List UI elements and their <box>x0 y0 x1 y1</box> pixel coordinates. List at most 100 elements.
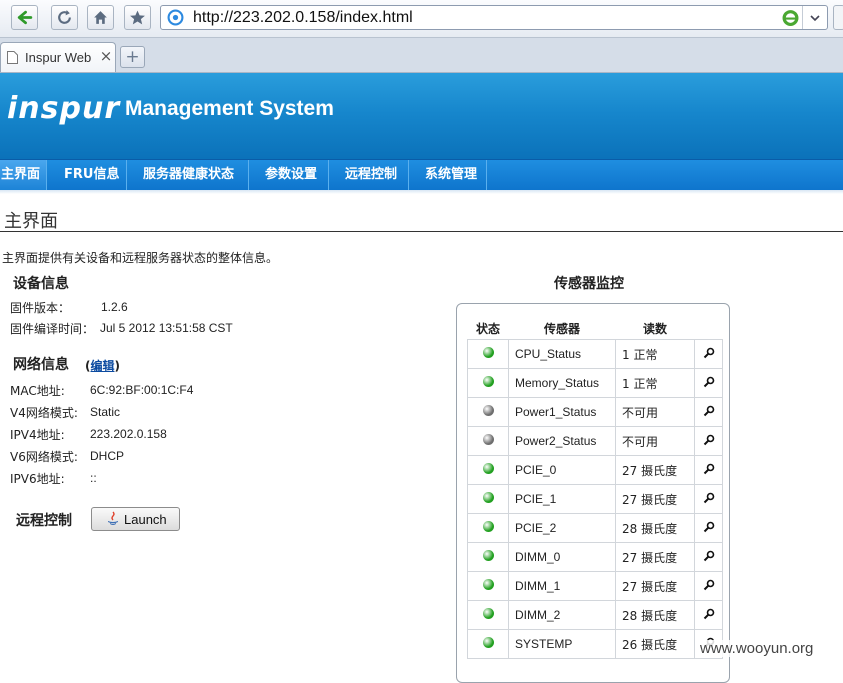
watermark: www.wooyun.org <box>700 640 814 657</box>
magnifier-icon <box>703 463 714 474</box>
nav-home[interactable]: 主界面 <box>0 160 47 191</box>
sensor-detail-button[interactable] <box>694 368 723 398</box>
home-button[interactable] <box>87 5 114 30</box>
v6-mode-label: V6网络模式: <box>10 450 78 464</box>
nav-system-admin[interactable]: 系统管理 <box>417 160 487 191</box>
sensor-reading: 1 正常 <box>615 339 695 369</box>
sensor-detail-button[interactable] <box>694 484 723 514</box>
nav-server-health[interactable]: 服务器健康状态 <box>135 160 249 191</box>
close-tab-icon[interactable]: × <box>99 49 113 64</box>
magnifier-icon <box>703 405 714 416</box>
page-description: 主界面提供有关设备和远程服务器状态的整体信息。 <box>2 251 279 265</box>
back-button[interactable] <box>11 5 38 30</box>
status-cell <box>467 513 509 543</box>
status-dot-icon <box>482 608 494 619</box>
sensor-row: Power1_Status 不可用 <box>467 397 723 427</box>
sensor-name: Power1_Status <box>508 397 616 427</box>
sensor-monitor-heading: 传感器监控 <box>554 276 624 292</box>
status-cell <box>467 629 509 659</box>
sensor-name: Power2_Status <box>508 426 616 456</box>
nav-remote-control[interactable]: 远程控制 <box>337 160 409 191</box>
sensor-detail-button[interactable] <box>694 513 723 543</box>
sensor-row: Power2_Status 不可用 <box>467 426 723 456</box>
back-arrow-icon <box>17 10 33 25</box>
status-dot-icon <box>482 579 494 590</box>
status-cell <box>467 542 509 572</box>
sensor-reading: 27 摄氏度 <box>615 571 695 601</box>
sensor-row: SYSTEMP 26 摄氏度 <box>467 629 723 659</box>
nav-fru[interactable]: FRU信息 <box>56 160 127 191</box>
sensor-detail-button[interactable] <box>694 339 723 369</box>
status-dot-icon <box>482 405 494 416</box>
browser-tab[interactable]: Inspur Web × <box>0 42 116 72</box>
refresh-icon <box>58 10 71 24</box>
url-dropdown-button[interactable] <box>802 6 827 29</box>
col-sensor: 传感器 <box>543 321 580 336</box>
page-title: 主界面 <box>4 211 58 232</box>
nav-settings[interactable]: 参数设置 <box>257 160 329 191</box>
sensor-detail-button[interactable] <box>694 426 723 456</box>
sensor-detail-button[interactable] <box>694 397 723 427</box>
sensor-row: DIMM_1 27 摄氏度 <box>467 571 723 601</box>
firmware-version-value: 1.2.6 <box>101 300 128 314</box>
status-dot-icon <box>482 463 494 474</box>
build-time-value: Jul 5 2012 13:51:58 CST <box>100 321 233 335</box>
mac-label: MAC地址: <box>10 384 65 398</box>
sensor-table: 状态 传感器 读数 CPU_Status 1 正常 Memory_Status 1 正… <box>467 317 723 659</box>
new-tab-button[interactable]: + <box>120 46 145 68</box>
sensor-row: PCIE_2 28 摄氏度 <box>467 513 723 543</box>
sensor-reading: 不可用 <box>615 426 695 456</box>
launch-button[interactable]: Launch <box>91 507 180 531</box>
sensor-name: PCIE_0 <box>508 455 616 485</box>
sensor-reading: 不可用 <box>615 397 695 427</box>
edit-paren-close: ) <box>114 359 120 373</box>
launch-label: Launch <box>124 512 167 527</box>
status-cell <box>467 339 509 369</box>
magnifier-icon <box>703 521 714 532</box>
status-dot-icon <box>482 550 494 561</box>
refresh-button[interactable] <box>51 5 78 30</box>
status-cell <box>467 600 509 630</box>
edit-wrapper: (编辑) <box>85 357 120 374</box>
header-banner: inspur Management System <box>0 73 843 163</box>
bookmark-button[interactable] <box>124 5 151 30</box>
sensor-reading: 28 摄氏度 <box>615 513 695 543</box>
sensor-reading: 28 摄氏度 <box>615 600 695 630</box>
java-icon <box>108 511 118 525</box>
sensor-name: PCIE_2 <box>508 513 616 543</box>
sensor-detail-button[interactable] <box>694 542 723 572</box>
status-cell <box>467 426 509 456</box>
status-dot-icon <box>482 492 494 503</box>
status-cell <box>467 484 509 514</box>
sensor-detail-button[interactable] <box>694 571 723 601</box>
site-icon <box>167 9 184 26</box>
ipv6-label: IPV6地址: <box>10 472 65 486</box>
toolbar-overflow-button[interactable] <box>833 5 843 30</box>
build-time-label: 固件编译时间： <box>10 322 95 336</box>
title-divider <box>0 231 843 232</box>
address-bar[interactable] <box>160 5 828 30</box>
v4-mode-label: V4网络模式: <box>10 406 78 420</box>
sensor-rows: CPU_Status 1 正常 Memory_Status 1 正常 Power1_St… <box>467 339 723 659</box>
sensor-row: PCIE_1 27 摄氏度 <box>467 484 723 514</box>
sensor-reading: 27 摄氏度 <box>615 542 695 572</box>
sensor-name: PCIE_1 <box>508 484 616 514</box>
sensor-row: DIMM_0 27 摄氏度 <box>467 542 723 572</box>
browser-toolbar <box>0 0 843 38</box>
ipv4-value: 223.202.0.158 <box>90 427 167 441</box>
col-status: 状态 <box>475 321 500 336</box>
ipv6-value: :: <box>90 471 97 485</box>
chevron-down-icon <box>810 14 820 21</box>
sensor-detail-button[interactable] <box>694 455 723 485</box>
sensor-detail-button[interactable] <box>694 600 723 630</box>
url-input[interactable] <box>193 7 753 28</box>
status-dot-icon <box>482 347 494 358</box>
sensor-header-row: 状态 传感器 读数 <box>468 317 723 340</box>
nav-shadow <box>0 190 843 194</box>
edit-network-link[interactable]: 编辑 <box>90 359 114 373</box>
inspur-logo: inspur <box>7 91 121 126</box>
v6-mode-value: DHCP <box>90 449 125 463</box>
status-cell <box>467 571 509 601</box>
col-detail <box>695 317 723 340</box>
ie-compat-icon[interactable] <box>782 9 799 26</box>
